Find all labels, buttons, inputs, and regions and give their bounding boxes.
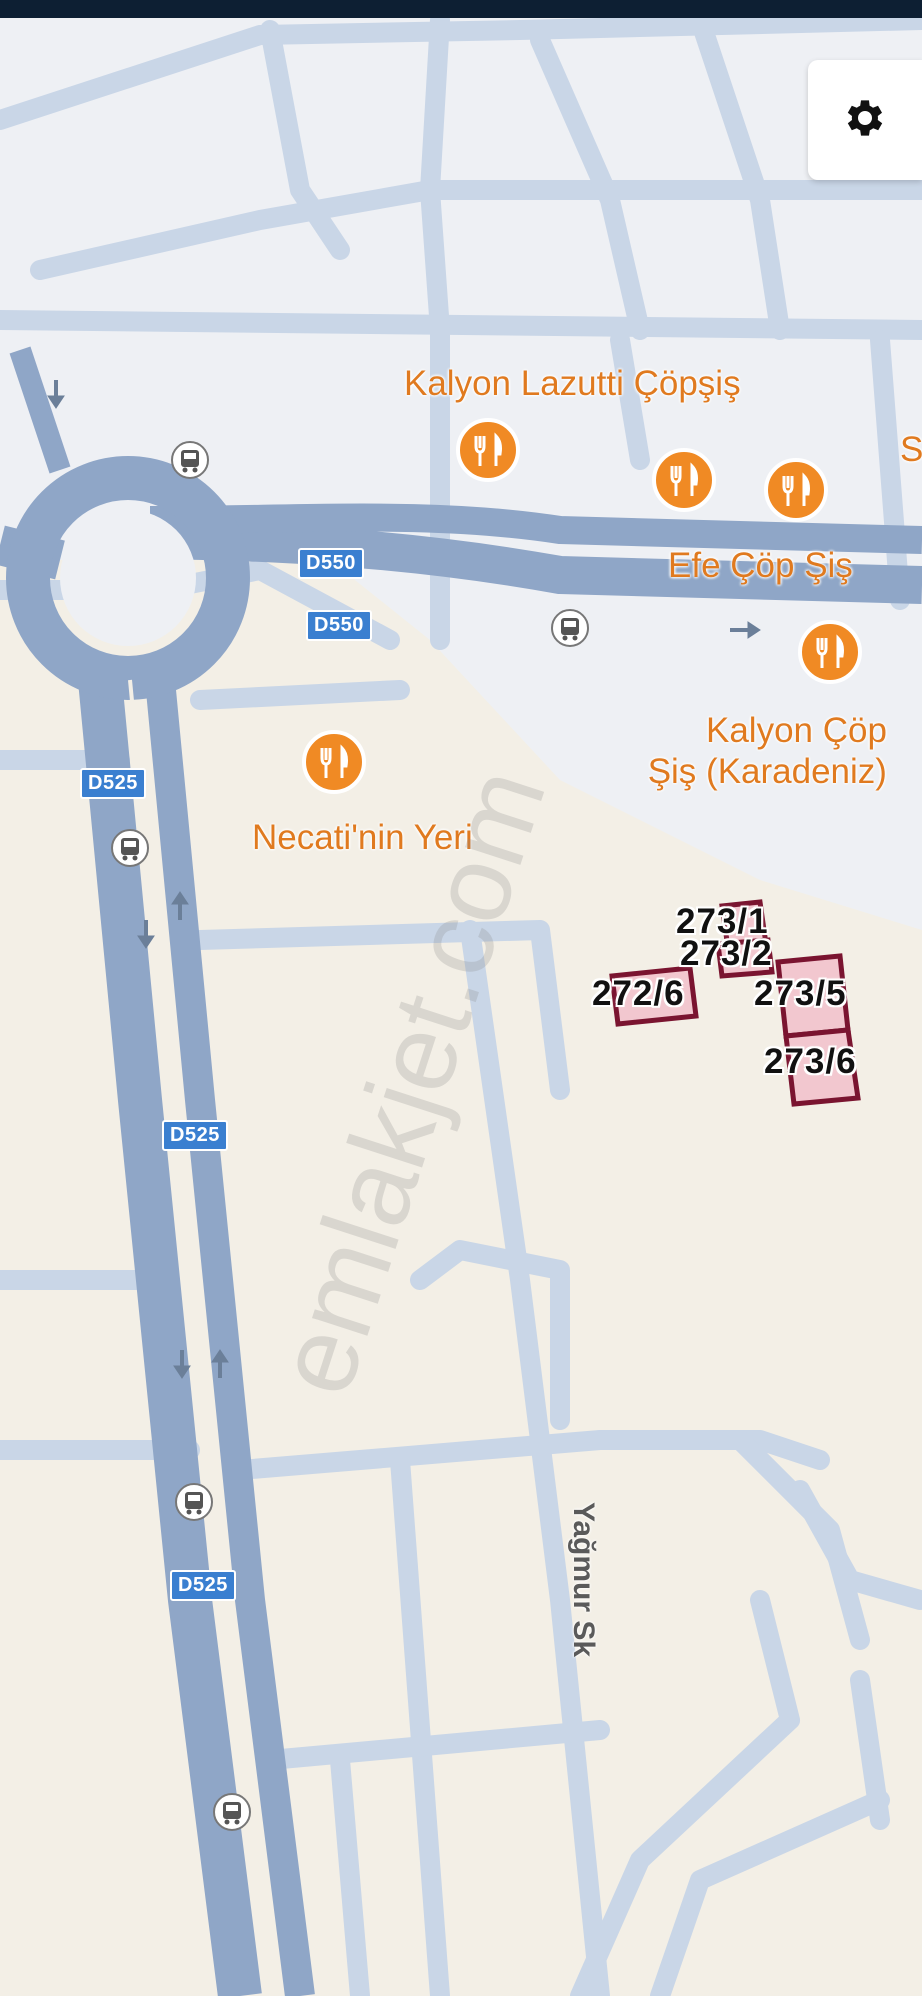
place-label-partial[interactable]: S	[900, 430, 922, 470]
street-label-yagmur: Yağmur Sk	[567, 1502, 600, 1658]
status-bar	[0, 0, 922, 18]
road-shield-d550: D550	[306, 610, 372, 641]
place-label-line: Kalyon Çöp	[706, 711, 887, 750]
settings-button[interactable]	[808, 60, 922, 180]
place-label-line: Şiş (Karadeniz)	[647, 752, 887, 791]
road-shield-d525: D525	[80, 768, 146, 799]
place-label-efe-cop-sis[interactable]: Efe Çöp Şiş	[668, 546, 853, 586]
gear-icon	[841, 94, 889, 147]
road-shield-d525: D525	[170, 1570, 236, 1601]
parcel-label[interactable]: 273/6	[764, 1042, 857, 1082]
road-shield-d550: D550	[298, 548, 364, 579]
road-shield-d525: D525	[162, 1120, 228, 1151]
map-view[interactable]: D550 D550 D525 D525 D525 Kalyon Lazutti …	[0, 0, 922, 1996]
parcel-label[interactable]: 272/6	[592, 974, 685, 1014]
place-label-kalyon-lazutti[interactable]: Kalyon Lazutti Çöpşiş	[404, 364, 741, 404]
place-label-kalyon-cop[interactable]: Kalyon Çöp Şiş (Karadeniz)	[630, 710, 887, 792]
parcel-label[interactable]: 273/5	[754, 974, 847, 1014]
parcel-label[interactable]: 273/2	[680, 934, 773, 974]
